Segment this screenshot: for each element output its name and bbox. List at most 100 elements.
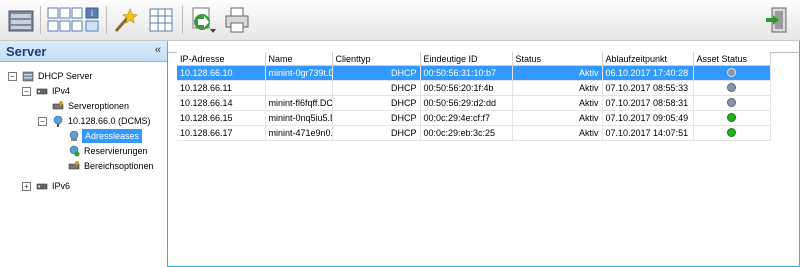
collapse-toggle[interactable]: − (38, 117, 47, 126)
cell-status: Aktiv (512, 80, 603, 96)
reservations-icon (69, 145, 80, 157)
toolbar-separator (106, 6, 107, 34)
collapse-toggle[interactable]: − (8, 72, 17, 81)
collapse-panel-button[interactable]: « (155, 44, 161, 56)
column-header-name[interactable]: Name (265, 52, 333, 66)
cell-status: Aktiv (512, 110, 603, 126)
table-row[interactable]: 10.128.66.17 minint-471e9n0. DHCP 00:0c:… (177, 125, 771, 141)
printer-icon[interactable] (222, 5, 252, 35)
exit-icon[interactable] (764, 5, 794, 35)
toolbar: i (0, 0, 800, 41)
cell-status: Aktiv (512, 125, 603, 141)
cell-asset-status (693, 110, 771, 126)
column-header-asset-status[interactable]: Asset Status (693, 52, 771, 66)
cell-expiry: 07.10.2017 09:05:49 (602, 110, 694, 126)
cell-uid: 00:50:56:20:1f:4b (420, 80, 513, 96)
collapse-toggle[interactable]: − (22, 87, 31, 96)
leases-grid-container: IP-Adresse Name Clienttyp Eindeutige ID … (177, 52, 800, 267)
import-icon[interactable] (188, 5, 218, 35)
cell-name: minint-0nq5iu5.D (265, 110, 333, 126)
tree-item-adressleases[interactable]: Adressleases (0, 129, 160, 143)
tree-item-label: IPv6 (52, 181, 71, 191)
tree-item-dhcp-server[interactable]: − DHCP Server (0, 69, 160, 83)
leases-grid: IP-Adresse Name Clienttyp Eindeutige ID … (177, 52, 771, 141)
cell-expiry: 07.10.2017 14:07:51 (602, 125, 694, 141)
cell-status: Aktiv (512, 95, 603, 111)
tree-item-serveroptionen[interactable]: Serveroptionen (0, 99, 160, 113)
svg-text:i: i (91, 9, 93, 18)
status-green-icon (727, 112, 736, 122)
tree-item-reservierungen[interactable]: Reservierungen (0, 144, 160, 158)
column-header-clienttyp[interactable]: Clienttyp (332, 52, 421, 66)
splitter[interactable] (167, 52, 168, 267)
expand-toggle[interactable]: + (22, 182, 31, 191)
cell-ip: 10.128.66.11 (177, 80, 266, 96)
cell-uid: 00:50:56:29:d2:dd (420, 95, 513, 111)
table-row[interactable]: 10.128.66.15 minint-0nq5iu5.D DHCP 00:0c… (177, 110, 771, 126)
table-row[interactable]: 10.128.66.10 minint-0gr739t.D DHCP 00:50… (177, 65, 771, 81)
status-grey-icon (727, 67, 736, 77)
options-icon (52, 101, 64, 110)
toolbar-separator (40, 6, 41, 34)
cell-name (265, 80, 333, 96)
toolbar-separator (182, 6, 183, 34)
scope-options-icon (68, 161, 80, 170)
server-icon[interactable] (6, 5, 36, 35)
cell-asset-status (693, 95, 771, 111)
network-icon (36, 183, 48, 190)
cell-expiry: 07.10.2017 08:58:31 (602, 95, 694, 111)
cell-clienttyp: DHCP (332, 65, 421, 81)
panel-header: Server « (0, 41, 167, 62)
status-grey-icon (727, 82, 736, 92)
cell-expiry: 07.10.2017 08:55:33 (602, 80, 694, 96)
tree-item-label: DHCP Server (38, 71, 93, 81)
wand-icon[interactable] (110, 5, 140, 35)
column-header-status[interactable]: Status (512, 52, 603, 66)
tree-item-scope[interactable]: − 10.128.66.0 (DCMS) (0, 114, 160, 128)
tree-item-ipv6[interactable]: + IPv6 (0, 179, 160, 193)
cell-clienttyp: DHCP (332, 110, 421, 126)
tree-item-label: Reservierungen (84, 146, 148, 156)
view-tiles-icon[interactable]: i (46, 5, 102, 35)
cell-status: Aktiv (512, 65, 603, 81)
column-header-expiry[interactable]: Ablaufzeitpunkt (602, 52, 694, 66)
column-header-uid[interactable]: Eindeutige ID (420, 52, 513, 66)
table-row[interactable]: 10.128.66.14 minint-fl6fqff.DCl DHCP 00:… (177, 95, 771, 111)
tree-item-label: Serveroptionen (68, 101, 130, 111)
tree-item-bereichsoptionen[interactable]: Bereichsoptionen (0, 159, 160, 173)
cell-clienttyp: DHCP (332, 95, 421, 111)
cell-ip: 10.128.66.17 (177, 125, 266, 141)
tree-item-label: Adressleases (82, 129, 143, 143)
status-green-icon (727, 127, 736, 137)
cell-uid: 00:50:56:31:10:b7 (420, 65, 513, 81)
cell-expiry: 06.10.2017 17:40:28 (602, 65, 694, 81)
tree-item-label: Bereichsoptionen (84, 161, 154, 171)
tree-item-label: 10.128.66.0 (DCMS) (68, 116, 151, 126)
leases-icon (69, 130, 79, 141)
cell-ip: 10.128.66.10 (177, 65, 266, 81)
cell-name: minint-fl6fqff.DCl (265, 95, 333, 111)
status-grey-icon (727, 97, 736, 107)
grid-header-row: IP-Adresse Name Clienttyp Eindeutige ID … (177, 52, 771, 66)
cell-clienttyp: DHCP (332, 80, 421, 96)
cell-name: minint-471e9n0. (265, 125, 333, 141)
cell-asset-status (693, 65, 771, 81)
server-icon (22, 71, 34, 82)
table-row[interactable]: 10.128.66.11 DHCP 00:50:56:20:1f:4b Akti… (177, 80, 771, 96)
tree-item-label: IPv4 (52, 86, 71, 96)
cell-clienttyp: DHCP (332, 125, 421, 141)
cell-name: minint-0gr739t.D (265, 65, 333, 81)
cell-asset-status (693, 125, 771, 141)
grid-view-icon[interactable] (146, 5, 176, 35)
cell-ip: 10.128.66.15 (177, 110, 266, 126)
network-icon (36, 88, 48, 95)
panel-title: Server (6, 44, 47, 59)
cell-ip: 10.128.66.14 (177, 95, 266, 111)
scope-icon (53, 115, 63, 127)
tree-item-ipv4[interactable]: − IPv4 (0, 84, 160, 98)
column-header-ip[interactable]: IP-Adresse (177, 52, 266, 66)
server-panel: Server « − DHCP Server − IPv4 Serveropti… (0, 41, 168, 267)
cell-uid: 00:0c:29:4e:cf:f7 (420, 110, 513, 126)
cell-uid: 00:0c:29:eb:3c:25 (420, 125, 513, 141)
cell-asset-status (693, 80, 771, 96)
